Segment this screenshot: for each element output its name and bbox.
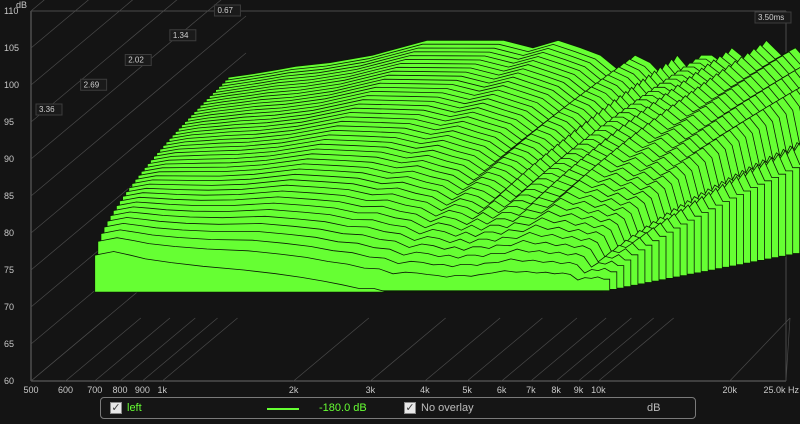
x-tick-label: 700 bbox=[87, 385, 102, 395]
x-tick-label: 10k bbox=[591, 385, 606, 395]
x-grid-line bbox=[142, 317, 218, 382]
x-grid-line bbox=[729, 317, 791, 382]
overlay-checkbox[interactable]: ✓ bbox=[404, 402, 416, 414]
y-tick-label: 65 bbox=[4, 339, 14, 349]
x-tick-label: 8k bbox=[551, 385, 561, 395]
y-grid-line bbox=[30, 0, 45, 12]
x-tick-label: 6k bbox=[497, 385, 507, 395]
x-grid-line bbox=[598, 317, 674, 382]
x-grid-line bbox=[578, 317, 654, 382]
y-grid-line bbox=[30, 0, 134, 86]
time-tag-label: 0.67 bbox=[217, 6, 233, 15]
unit-label: dB bbox=[647, 402, 661, 414]
y-tick-label: 75 bbox=[4, 265, 14, 275]
x-tick-label: 4k bbox=[420, 385, 430, 395]
x-tick-label: 2k bbox=[289, 385, 299, 395]
legend-bar: ✓ left -180.0 dB ✓ No overlay dB bbox=[100, 397, 696, 419]
y-tick-label: 80 bbox=[4, 228, 14, 238]
channel-checkbox[interactable]: ✓ bbox=[110, 402, 122, 414]
y-tick-label: 70 bbox=[4, 302, 14, 312]
x-tick-label: 7k bbox=[526, 385, 536, 395]
x-tick-label: 3k bbox=[366, 385, 376, 395]
y-tick-label: 90 bbox=[4, 154, 14, 164]
overlay-label: No overlay bbox=[421, 402, 474, 414]
x-tick-label: 25.0k Hz bbox=[763, 385, 799, 395]
x-grid-line bbox=[162, 317, 238, 382]
x-grid-line bbox=[501, 317, 578, 382]
x-tick-label: 5k bbox=[462, 385, 472, 395]
x-tick-label: 900 bbox=[135, 385, 150, 395]
x-grid-line bbox=[293, 317, 370, 382]
time-tag-label: 3.36 bbox=[39, 105, 55, 114]
x-tick-label: 9k bbox=[574, 385, 584, 395]
y-tick-label: 100 bbox=[4, 80, 19, 90]
x-grid-line bbox=[119, 317, 196, 382]
x-grid-line bbox=[94, 317, 171, 382]
x-tick-label: 800 bbox=[113, 385, 128, 395]
x-tick-label: 20k bbox=[722, 385, 737, 395]
time-tag-label: 2.69 bbox=[84, 80, 100, 89]
waterfall-slices bbox=[94, 39, 800, 293]
level-value: -180.0 dB bbox=[319, 402, 367, 414]
x-tick-label: 1k bbox=[158, 385, 168, 395]
y-tick-label: 60 bbox=[4, 376, 14, 386]
x-grid-line bbox=[370, 317, 446, 382]
x-axis-labels: 500 600 700 800 900 1k 2k 3k 4k 5k 6k 7k 8k 9k 10k 20k 2… bbox=[23, 385, 799, 395]
series-color-swatch bbox=[267, 408, 299, 410]
time-tag-label: 2.02 bbox=[128, 56, 144, 65]
x-grid-line bbox=[424, 317, 501, 382]
time-tag-label: 3.50ms bbox=[758, 13, 784, 22]
x-grid-line bbox=[785, 317, 791, 382]
channel-label: left bbox=[127, 402, 142, 414]
time-tag-label: 1.34 bbox=[173, 31, 189, 40]
waterfall-plot: 0.671.342.022.693.363.50ms2.63.36 110105… bbox=[4, 0, 800, 395]
x-grid-line bbox=[30, 317, 107, 382]
x-grid-line bbox=[65, 317, 142, 382]
y-tick-label: 105 bbox=[4, 43, 19, 53]
y-grid-line bbox=[30, 0, 89, 49]
x-grid-line bbox=[530, 317, 607, 382]
x-tick-label: 500 bbox=[23, 385, 38, 395]
y-tick-label: 85 bbox=[4, 191, 14, 201]
y-axis-labels: 1101051009590858075706560dB bbox=[4, 0, 27, 386]
x-tick-label: 600 bbox=[58, 385, 73, 395]
x-grid-line bbox=[555, 317, 632, 382]
y-tick-label: 95 bbox=[4, 117, 14, 127]
y-unit-label: dB bbox=[16, 0, 27, 10]
x-grid-line bbox=[466, 317, 543, 382]
